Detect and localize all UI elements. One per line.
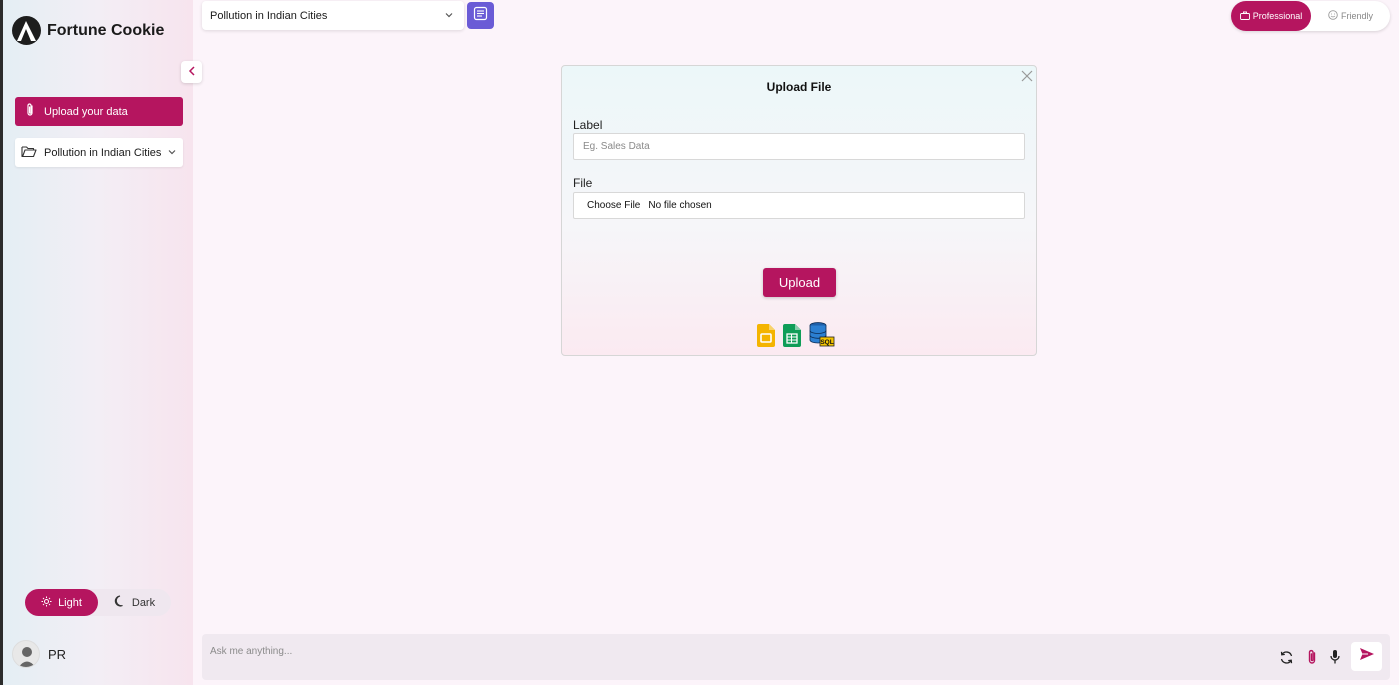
tone-friendly-button[interactable]: Friendly bbox=[1311, 1, 1390, 31]
theme-toggle: Light Dark bbox=[25, 589, 171, 616]
microphone-icon[interactable] bbox=[1326, 648, 1344, 666]
header-dataset-value: Pollution in Indian Cities bbox=[210, 9, 328, 22]
google-slides-icon[interactable] bbox=[757, 324, 775, 352]
user-initials: PR bbox=[48, 646, 67, 662]
sidebar-dataset-select[interactable]: Pollution in Indian Cities bbox=[15, 138, 183, 167]
chevron-left-icon bbox=[188, 63, 196, 81]
tone-professional-label: Professional bbox=[1252, 11, 1303, 21]
chevron-down-icon bbox=[444, 10, 454, 23]
sun-icon bbox=[41, 596, 52, 610]
send-icon bbox=[1359, 647, 1375, 666]
modal-title: Upload File bbox=[766, 80, 832, 94]
theme-light-button[interactable]: Light bbox=[25, 589, 98, 616]
app-name: Fortune Cookie bbox=[47, 21, 165, 39]
sidebar-dataset-value: Pollution in Indian Cities bbox=[44, 146, 162, 159]
tone-professional-button[interactable]: Professional bbox=[1231, 1, 1311, 31]
google-sheets-icon[interactable] bbox=[783, 324, 801, 352]
send-button[interactable] bbox=[1351, 642, 1382, 671]
theme-light-label: Light bbox=[58, 596, 82, 609]
file-field-label: File bbox=[573, 176, 593, 190]
brand: Fortune Cookie bbox=[12, 16, 164, 45]
smile-icon bbox=[1328, 10, 1338, 22]
chat-input[interactable] bbox=[210, 642, 1110, 660]
theme-dark-label: Dark bbox=[131, 596, 156, 609]
upload-data-button[interactable]: Upload your data bbox=[15, 97, 183, 126]
upload-data-label: Upload your data bbox=[44, 105, 128, 118]
header-dataset-select[interactable]: Pollution in Indian Cities bbox=[202, 1, 464, 30]
folder-open-icon bbox=[21, 145, 37, 161]
tone-friendly-label: Friendly bbox=[1340, 11, 1373, 21]
theme-dark-button[interactable]: Dark bbox=[98, 589, 171, 616]
collapse-sidebar-button[interactable] bbox=[181, 61, 202, 83]
moon-icon bbox=[114, 595, 126, 610]
sql-database-icon[interactable]: SQL bbox=[809, 322, 835, 352]
paperclip-icon[interactable] bbox=[1303, 648, 1321, 666]
briefcase-icon bbox=[1239, 11, 1250, 22]
choose-file-button[interactable]: Choose File bbox=[587, 200, 640, 211]
chevron-down-icon bbox=[167, 147, 177, 160]
sidebar: Fortune Cookie Upload your data Pollutio… bbox=[3, 0, 193, 685]
refresh-icon[interactable] bbox=[1277, 648, 1295, 666]
document-icon bbox=[473, 6, 488, 26]
label-input[interactable] bbox=[573, 133, 1025, 160]
source-icons: SQL bbox=[757, 322, 835, 352]
tone-toggle: Professional Friendly bbox=[1231, 1, 1390, 31]
user-profile[interactable]: PR bbox=[12, 640, 66, 668]
chat-bar bbox=[202, 634, 1390, 680]
label-field-label: Label bbox=[573, 118, 603, 132]
file-input[interactable]: Choose File No file chosen bbox=[573, 192, 1025, 219]
avatar bbox=[12, 640, 40, 668]
file-status: No file chosen bbox=[648, 200, 712, 211]
upload-submit-button[interactable]: Upload bbox=[763, 268, 836, 297]
paperclip-icon bbox=[24, 103, 36, 120]
svg-text:SQL: SQL bbox=[820, 339, 833, 346]
upload-file-modal: Upload File Label File Choose File No fi… bbox=[561, 65, 1037, 356]
fortune-cookie-logo bbox=[12, 16, 41, 45]
document-button[interactable] bbox=[467, 2, 494, 29]
